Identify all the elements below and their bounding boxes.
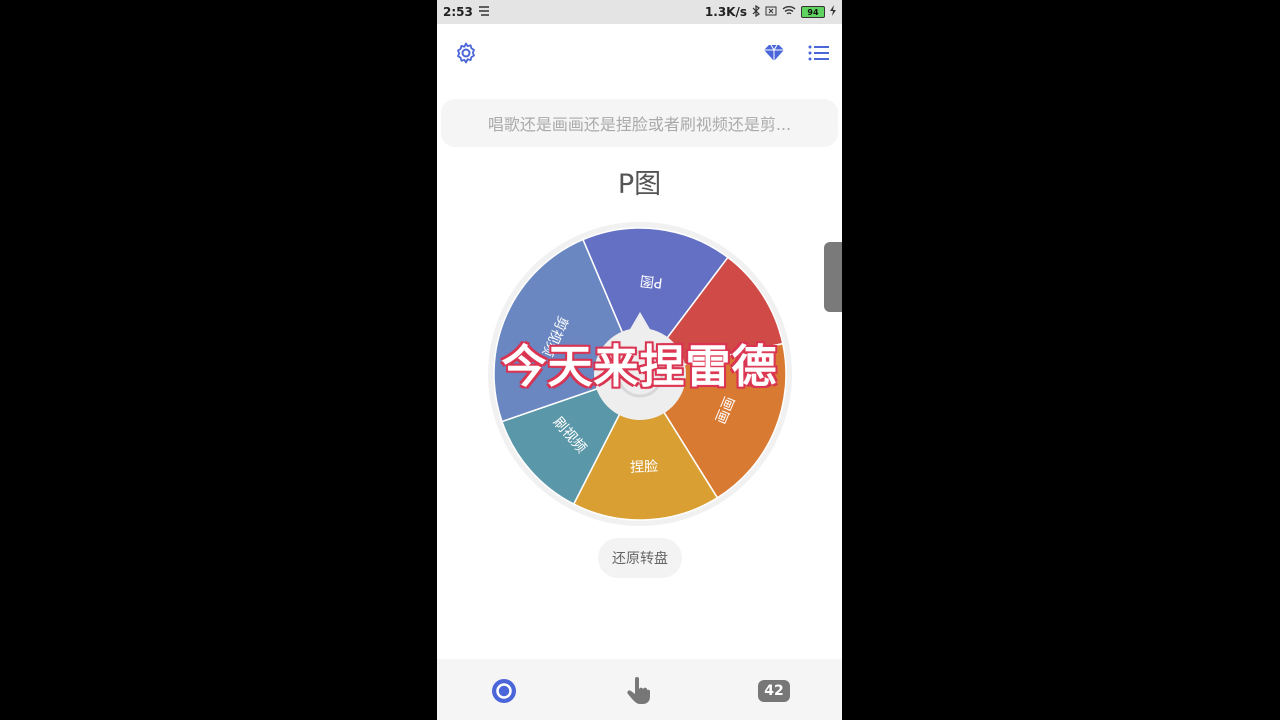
side-drawer-handle[interactable] — [824, 242, 842, 312]
charging-icon — [830, 5, 836, 19]
wheel-icon — [492, 679, 516, 703]
reset-wheel-button[interactable]: 还原转盘 — [598, 538, 682, 578]
video-caption: 今天来捏雷德 — [501, 340, 778, 393]
wheel-segment-label: 捏脸 — [630, 459, 659, 476]
list-icon[interactable] — [805, 39, 833, 67]
phone-screen: 2:53 1.3K/s 94 唱歌还是画画还是捏脸或者刷视频还是剪... P图 … — [437, 0, 842, 720]
gear-icon[interactable] — [452, 39, 480, 67]
net-speed: 1.3K/s — [704, 5, 747, 19]
wifi-icon — [782, 5, 796, 19]
options-input[interactable]: 唱歌还是画画还是捏脸或者刷视频还是剪... — [441, 99, 838, 147]
status-bar: 2:53 1.3K/s 94 — [437, 0, 842, 24]
nav-wheel[interactable] — [486, 673, 522, 709]
pointer-hand-icon — [627, 677, 650, 704]
result-label: P图 — [617, 169, 662, 200]
status-time: 2:53 — [443, 5, 473, 19]
battery-icon: 94 — [801, 6, 825, 18]
count-badge: 42 — [758, 680, 790, 702]
wheel-segment-label: P图 — [639, 272, 663, 291]
sim-icon — [765, 5, 777, 19]
notification-icon — [478, 5, 490, 19]
diamond-icon[interactable] — [760, 39, 788, 67]
bottom-nav: 42 — [437, 659, 842, 720]
top-bar — [437, 38, 842, 70]
nav-tap[interactable] — [621, 673, 657, 709]
bluetooth-icon — [752, 4, 760, 20]
nav-count[interactable]: 42 — [756, 673, 792, 709]
